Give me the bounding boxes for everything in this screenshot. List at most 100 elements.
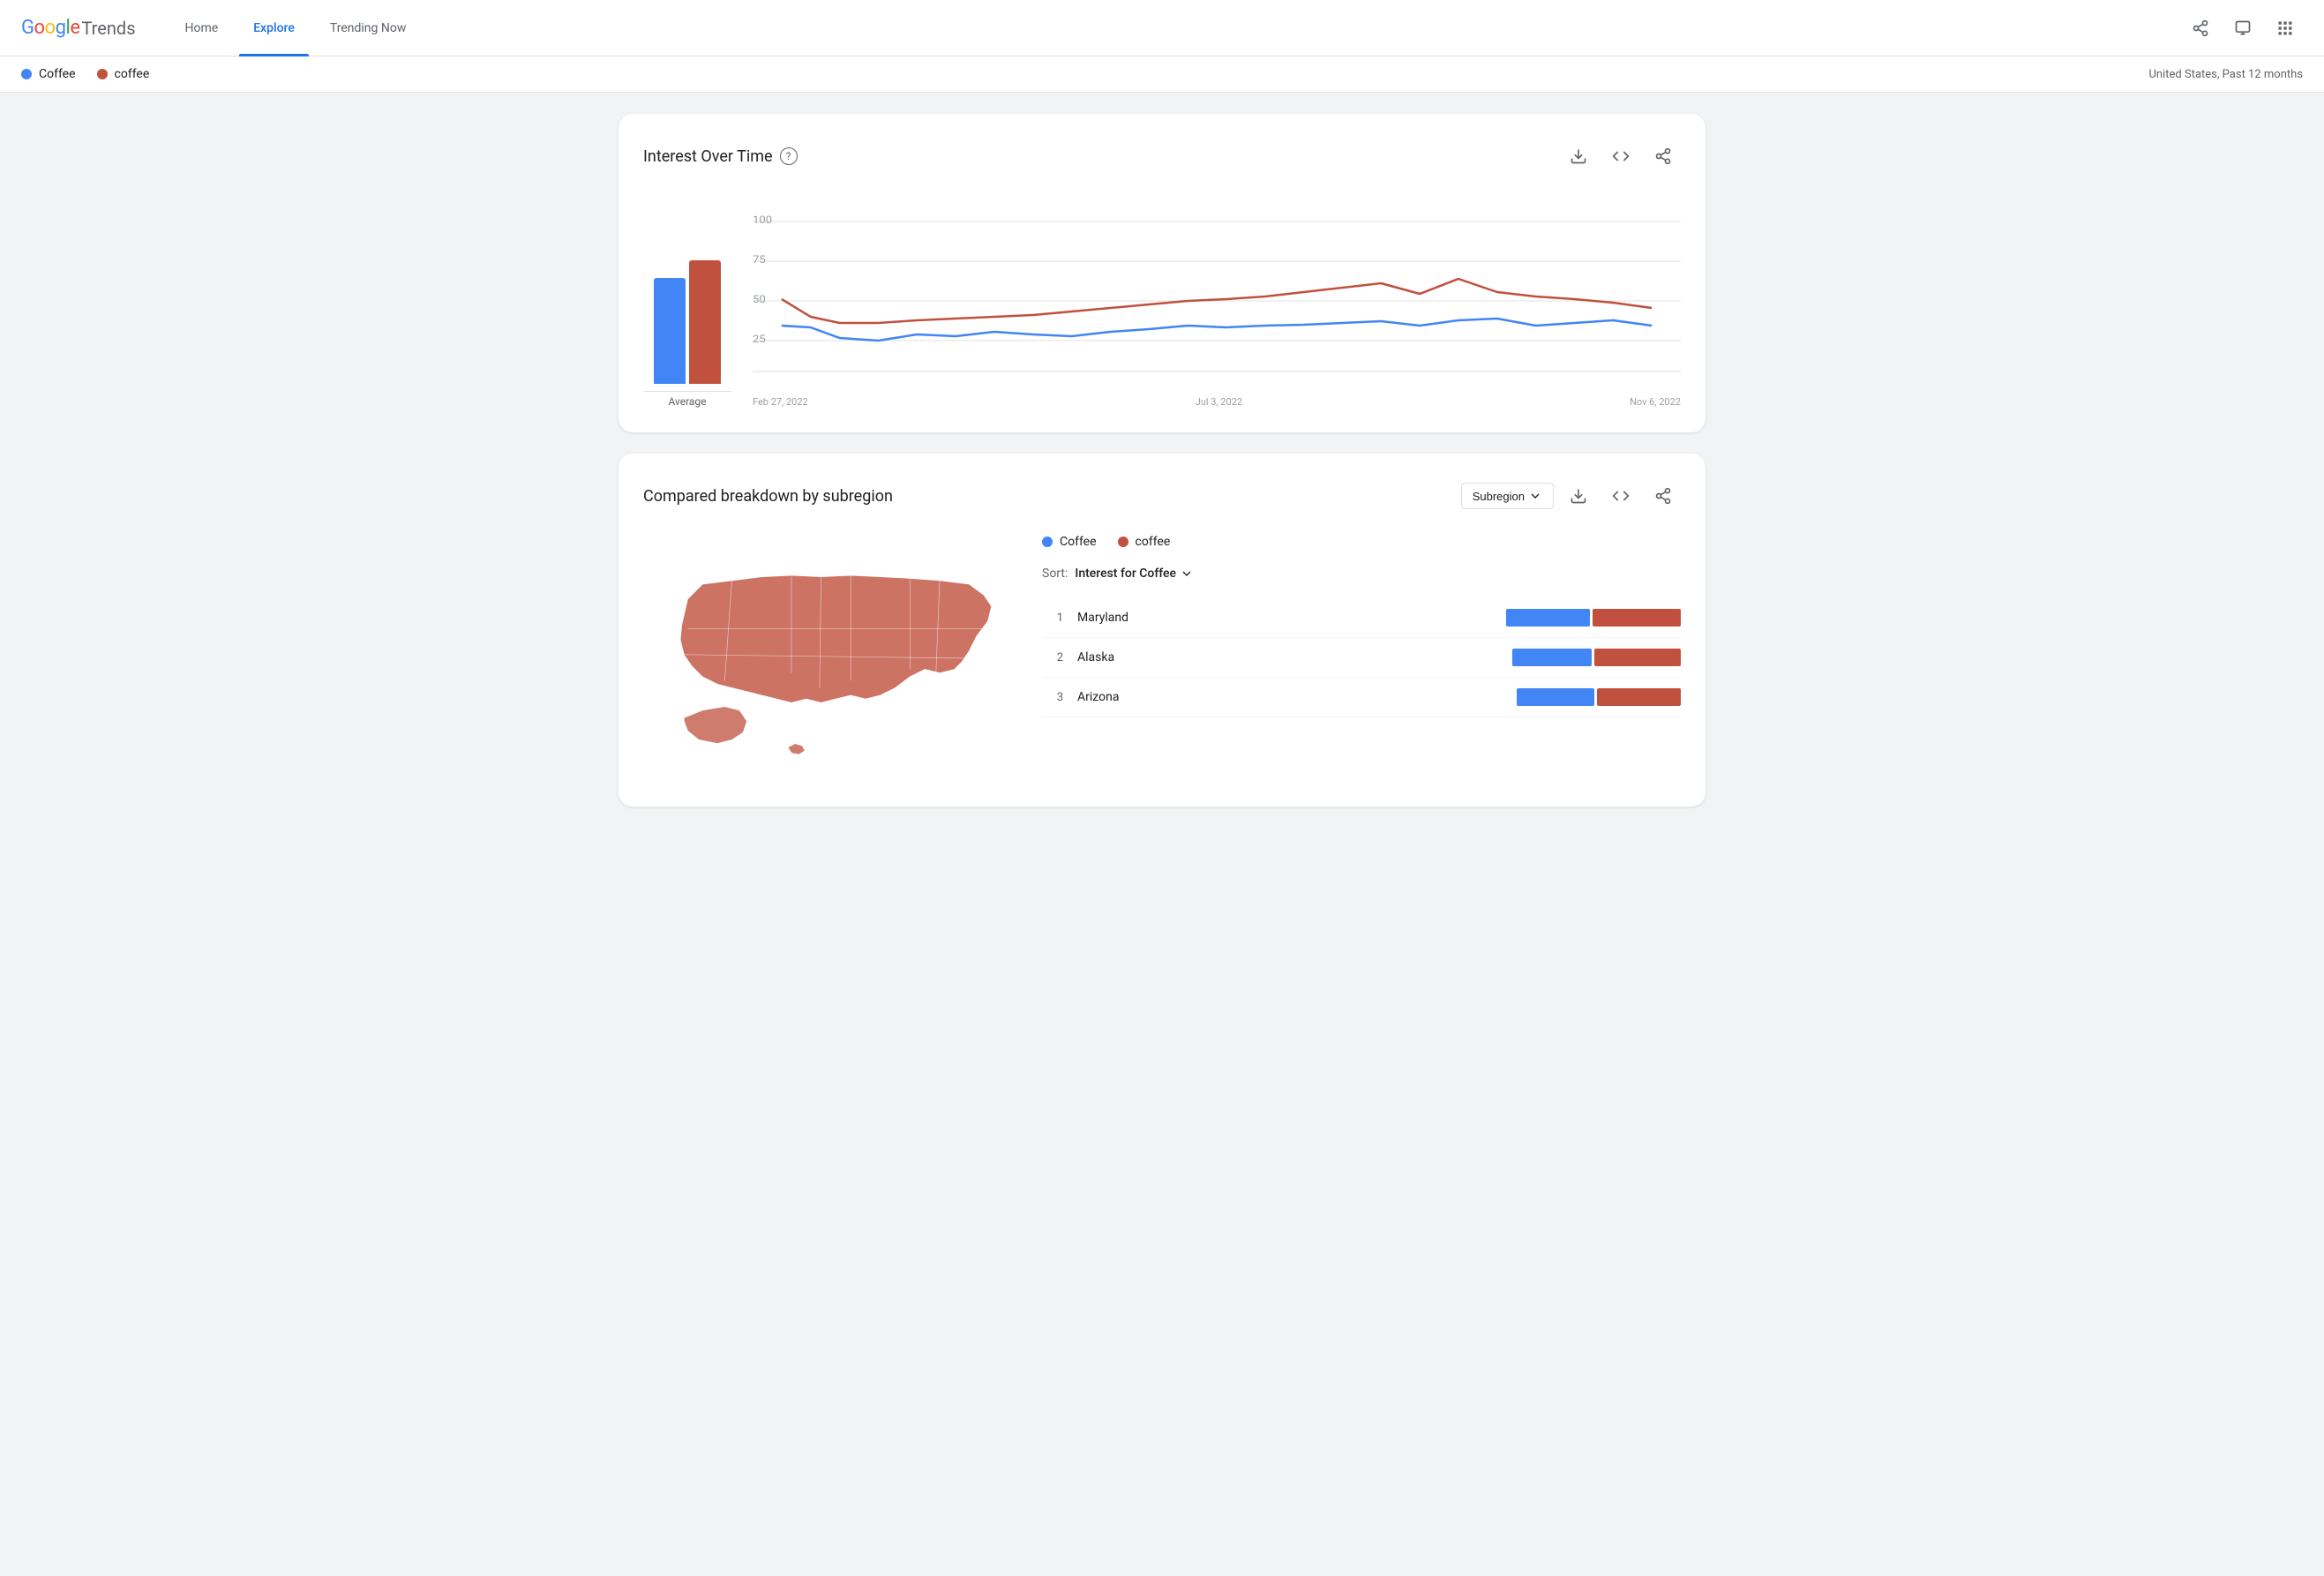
apps-icon — [2276, 19, 2294, 37]
table-row: 1 Maryland — [1042, 598, 1681, 638]
rank-bar-red-2 — [1594, 649, 1681, 666]
x-label-2: Nov 6, 2022 — [1630, 396, 1681, 408]
sub-legend-label-coffee-cap: Coffee — [1060, 535, 1097, 549]
sort-label: Sort: — [1042, 567, 1068, 581]
share-button-sub[interactable] — [1646, 478, 1681, 514]
google-wordmark: Google — [21, 17, 79, 39]
feedback-button[interactable] — [2225, 11, 2260, 46]
legend-bar: Coffee coffee United States, Past 12 mon… — [0, 56, 2324, 93]
card-header-iot: Interest Over Time ? — [643, 139, 1681, 174]
sub-legend-coffee-lower: coffee — [1118, 535, 1171, 549]
rank-num-3: 3 — [1042, 691, 1063, 704]
chart-container-iot: Average 100 75 50 25 — [643, 195, 1681, 408]
rank-bar-red-3 — [1597, 688, 1681, 706]
embed-icon — [1612, 147, 1630, 165]
rank-bar-blue-3 — [1517, 688, 1594, 706]
card-actions-sub: Subregion — [1461, 478, 1681, 514]
embed-button-sub[interactable] — [1603, 478, 1638, 514]
rank-bar-red-1 — [1593, 609, 1681, 627]
sort-value: Interest for Coffee — [1075, 567, 1176, 581]
share-icon-sub — [1654, 487, 1672, 505]
nav-trending[interactable]: Trending Now — [316, 14, 420, 42]
line-chart-svg: 100 75 50 25 — [753, 195, 1681, 389]
svg-text:25: 25 — [753, 334, 766, 346]
svg-text:50: 50 — [753, 294, 766, 306]
usa-mainland — [680, 575, 992, 702]
share-button[interactable] — [2183, 11, 2218, 46]
blue-line — [782, 319, 1652, 341]
usa-map-svg — [643, 535, 1014, 782]
nav-explore[interactable]: Explore — [239, 14, 309, 42]
sort-row: Sort: Interest for Coffee — [1042, 567, 1681, 581]
rank-name-3: Arizona — [1077, 690, 1503, 704]
x-label-1: Jul 3, 2022 — [1196, 396, 1242, 408]
rank-num-1: 1 — [1042, 612, 1063, 625]
rank-num-2: 2 — [1042, 651, 1063, 664]
hawaii — [788, 744, 805, 755]
share-icon — [2192, 19, 2209, 37]
region-info: United States, Past 12 months — [2149, 68, 2304, 81]
subregion-card: Compared breakdown by subregion Subregio… — [618, 454, 1706, 807]
sub-title-text: Compared breakdown by subregion — [643, 487, 893, 506]
embed-icon-sub — [1612, 487, 1630, 505]
rank-bars-1 — [1506, 609, 1681, 627]
legend-label-coffee-cap: Coffee — [39, 67, 76, 81]
legend-dot-red — [97, 69, 108, 79]
legend-label-coffee-lower: coffee — [115, 67, 150, 81]
sub-legend-dot-red — [1118, 537, 1128, 547]
trends-wordmark: Trends — [81, 18, 135, 39]
nav-home[interactable]: Home — [171, 14, 233, 42]
sub-legend-label-coffee-lower: coffee — [1136, 535, 1171, 549]
card-title-iot: Interest Over Time ? — [643, 147, 798, 166]
subregion-dropdown-btn[interactable]: Subregion — [1461, 483, 1554, 509]
logo: Google Trends — [21, 17, 136, 39]
download-icon — [1570, 147, 1587, 165]
iot-title-text: Interest Over Time — [643, 147, 773, 166]
chevron-down-icon — [1528, 489, 1542, 503]
legend-coffee-lower: coffee — [97, 67, 150, 81]
sub-legend-coffee-cap: Coffee — [1042, 535, 1097, 549]
map-area — [643, 535, 1014, 782]
svg-text:100: 100 — [753, 214, 772, 227]
rank-name-1: Maryland — [1077, 611, 1492, 625]
svg-text:75: 75 — [753, 254, 766, 266]
alaska — [684, 707, 746, 744]
main-nav: Home Explore Trending Now — [171, 14, 2183, 42]
table-row: 3 Arizona — [1042, 678, 1681, 717]
chart-x-labels: Feb 27, 2022 Jul 3, 2022 Nov 6, 2022 — [753, 396, 1681, 408]
header-icons — [2183, 11, 2303, 46]
download-button-sub[interactable] — [1561, 478, 1596, 514]
embed-button-iot[interactable] — [1603, 139, 1638, 174]
avg-label: Average — [643, 391, 731, 408]
rank-bar-blue-2 — [1512, 649, 1592, 666]
avg-bar-blue — [654, 278, 686, 384]
chart-avg: Average — [643, 243, 731, 408]
main-content: Interest Over Time ? — [597, 93, 1727, 849]
rank-bar-blue-1 — [1506, 609, 1590, 627]
card-title-sub: Compared breakdown by subregion — [643, 487, 893, 506]
feedback-icon — [2234, 19, 2252, 37]
subregion-body: Coffee coffee Sort: Interest for Coffee — [643, 535, 1681, 782]
legend-coffee-cap: Coffee — [21, 67, 76, 81]
chart-main: 100 75 50 25 Feb 27, 2022 Jul 3, 2022 No… — [753, 195, 1681, 408]
table-area: Coffee coffee Sort: Interest for Coffee — [1042, 535, 1681, 782]
help-icon-iot[interactable]: ? — [780, 147, 798, 165]
download-icon-sub — [1570, 487, 1587, 505]
download-button-iot[interactable] — [1561, 139, 1596, 174]
x-label-0: Feb 27, 2022 — [753, 396, 808, 408]
card-actions-iot — [1561, 139, 1681, 174]
apps-button[interactable] — [2268, 11, 2303, 46]
sub-legend: Coffee coffee — [1042, 535, 1681, 549]
avg-bars — [654, 243, 721, 384]
sort-dropdown[interactable]: Interest for Coffee — [1075, 567, 1194, 581]
header: Google Trends Home Explore Trending Now — [0, 0, 2324, 56]
sub-legend-dot-blue — [1042, 537, 1053, 547]
share-button-iot[interactable] — [1646, 139, 1681, 174]
rank-bars-3 — [1517, 688, 1681, 706]
table-row: 2 Alaska — [1042, 638, 1681, 678]
subregion-dropdown-label: Subregion — [1473, 490, 1525, 503]
card-header-sub: Compared breakdown by subregion Subregio… — [643, 478, 1681, 514]
sort-chevron-icon — [1180, 567, 1194, 581]
avg-bar-red — [689, 260, 721, 384]
interest-over-time-card: Interest Over Time ? — [618, 114, 1706, 432]
